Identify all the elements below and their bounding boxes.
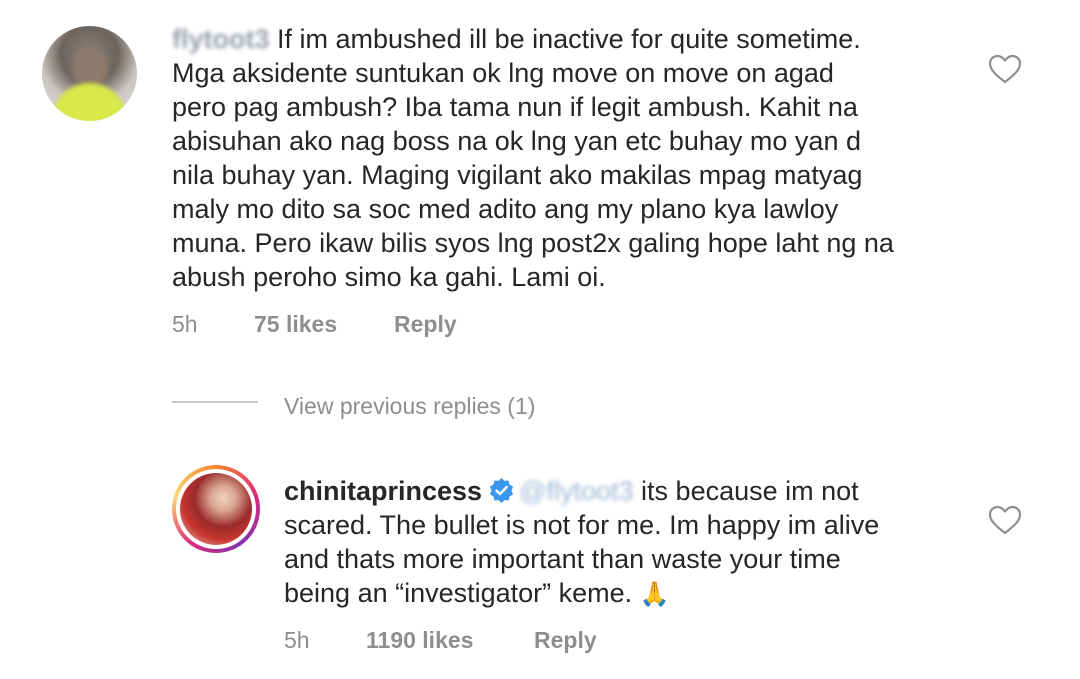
comment-timestamp: 5h: [172, 311, 198, 337]
avatar-face: [72, 48, 108, 88]
comment-text-line-8: abush peroho simo ka gahi. Lami oi.: [172, 262, 606, 292]
commenter-avatar[interactable]: [42, 26, 137, 121]
reply-text-line-1: chinitaprincess @flytoot3 its because im …: [284, 474, 859, 508]
comment-text-line-2: Mga aksidente suntukan ok lng move on mo…: [172, 58, 834, 88]
heart-outline-icon[interactable]: [988, 54, 1022, 84]
reply-text-line-4: being an “investigator” keme. 🙏: [284, 576, 670, 612]
reply-likes-count[interactable]: 1190 likes: [366, 626, 473, 654]
comment-text-line-3: pero pag ambush? Iba tama nun if legit a…: [172, 92, 858, 122]
reply-button[interactable]: Reply: [394, 310, 457, 338]
comment-text-line-1: flytoot3 If im ambushed ill be inactive …: [172, 22, 861, 56]
comment-text-line-5: nila buhay yan. Maging vigilant ako maki…: [172, 160, 863, 190]
reply-text-line-3: and thats more important than waste your…: [284, 544, 841, 574]
praying-hands-emoji: 🙏: [639, 581, 670, 608]
reply-text-line-2: scared. The bullet is not for me. Im hap…: [284, 510, 880, 540]
replies-divider: [172, 401, 258, 403]
likes-count[interactable]: 75 likes: [254, 310, 337, 338]
comment-text-line-6: maly mo dito sa soc med adito ang my pla…: [172, 194, 839, 224]
replier-username[interactable]: chinitaprincess: [284, 476, 482, 506]
reply-reply-button[interactable]: Reply: [534, 626, 597, 654]
comment-text-line-4: abisuhan ako nag boss na ok lng yan etc …: [172, 126, 861, 156]
reply-timestamp: 5h: [284, 627, 310, 653]
avatar-shirt: [52, 83, 127, 121]
story-ring[interactable]: [172, 465, 260, 553]
heart-outline-icon[interactable]: [988, 505, 1022, 535]
view-previous-replies-link[interactable]: View previous replies (1): [284, 392, 535, 420]
commenter-username[interactable]: flytoot3: [172, 22, 270, 56]
mention-link[interactable]: @flytoot3: [519, 474, 633, 508]
verified-badge-icon: [490, 477, 514, 504]
replier-avatar[interactable]: [180, 473, 252, 545]
comment-text-line-7: muna. Pero ikaw bilis syos lng post2x ga…: [172, 228, 894, 258]
